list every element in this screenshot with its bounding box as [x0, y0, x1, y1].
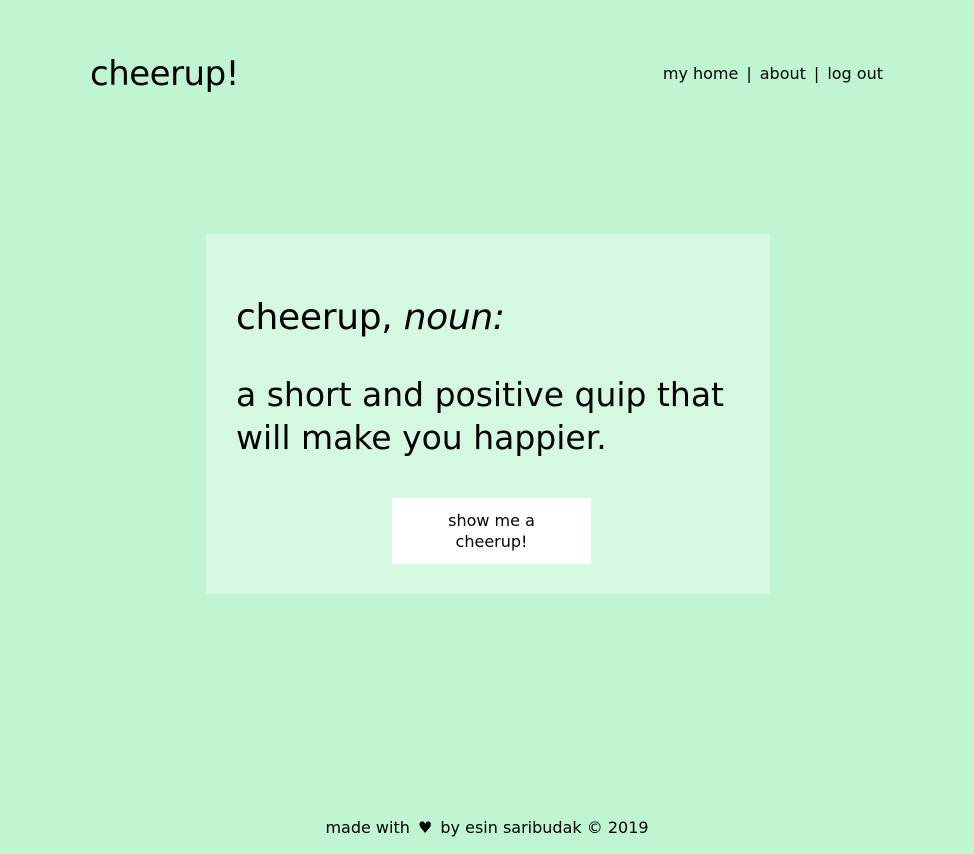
- nav-separator: |: [746, 64, 752, 83]
- headline-word: cheerup,: [236, 297, 393, 338]
- heart-icon: ♥: [417, 818, 433, 837]
- nav-my-home-link[interactable]: my home: [663, 64, 739, 84]
- top-nav: my home | about | log out: [663, 64, 883, 84]
- page-footer: made with ♥ by esin saribudak © 2019: [0, 818, 974, 838]
- footer-copyright: © 2019: [586, 818, 649, 837]
- nav-separator: |: [813, 64, 820, 83]
- definition-card: cheerup, noun: a short and positive quip…: [206, 234, 770, 594]
- footer-made-with: made with: [325, 818, 410, 837]
- footer-author: esin saribudak: [465, 818, 582, 837]
- footer-by: by: [440, 818, 461, 837]
- nav-log-out-link[interactable]: log out: [827, 64, 883, 84]
- definition-text: a short and positive quip that will make…: [236, 375, 724, 457]
- show-cheerup-button[interactable]: show me a cheerup!: [392, 498, 591, 564]
- headline-part-of-speech: noun:: [403, 297, 505, 338]
- nav-about-link[interactable]: about: [760, 64, 806, 84]
- definition-headline: cheerup, noun:: [236, 296, 740, 340]
- site-logo[interactable]: cheerup!: [90, 54, 239, 94]
